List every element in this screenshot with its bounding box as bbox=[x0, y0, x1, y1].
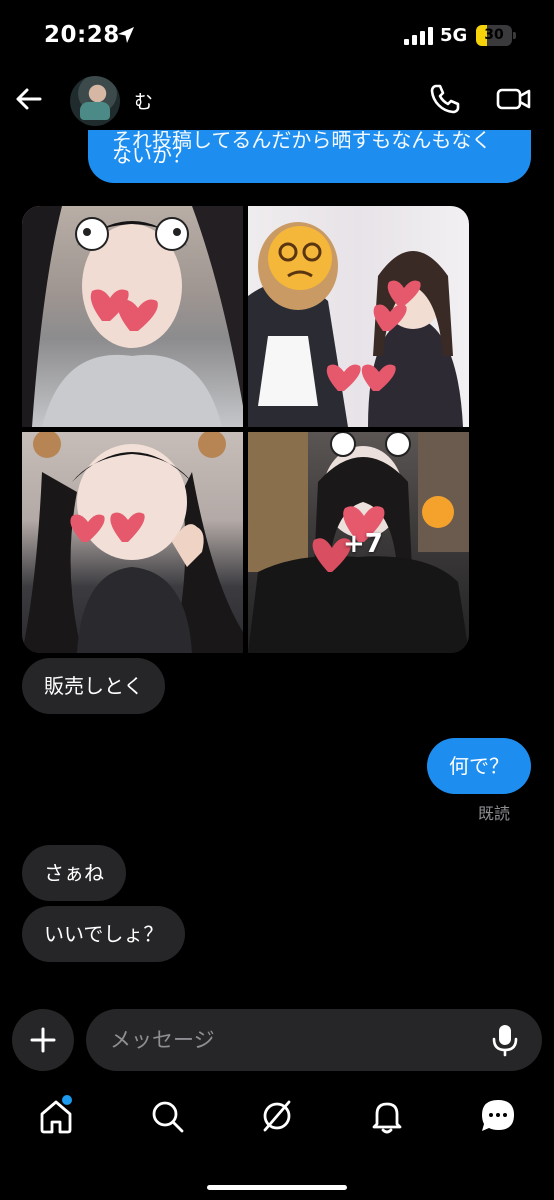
tab-bar bbox=[0, 1080, 554, 1200]
photo-thumbnail[interactable] bbox=[248, 206, 469, 427]
home-indicator bbox=[207, 1185, 347, 1190]
incoming-message[interactable]: 販売しとく bbox=[22, 658, 166, 714]
battery-level: 30 bbox=[484, 27, 504, 43]
notification-dot bbox=[62, 1095, 72, 1105]
incoming-message[interactable]: いいでしょ？ bbox=[22, 906, 186, 962]
contact-name[interactable]: む bbox=[134, 87, 153, 114]
location-arrow-icon bbox=[118, 27, 134, 43]
search-icon[interactable] bbox=[145, 1094, 189, 1138]
messages-icon[interactable] bbox=[476, 1094, 520, 1138]
message-text: 販売しとく bbox=[44, 674, 144, 698]
bell-icon[interactable] bbox=[365, 1094, 409, 1138]
message-text: いいでしょ？ bbox=[44, 922, 164, 946]
photo-thumbnail[interactable] bbox=[22, 206, 243, 427]
plus-icon bbox=[30, 1027, 56, 1053]
phone-icon[interactable] bbox=[428, 82, 462, 116]
outgoing-message[interactable]: 何で？ bbox=[427, 738, 531, 794]
message-text: 何で？ bbox=[449, 754, 509, 778]
network-type: 5G bbox=[440, 25, 468, 46]
back-arrow-icon[interactable] bbox=[12, 82, 46, 116]
message-input[interactable] bbox=[86, 1009, 542, 1071]
chat-thread[interactable]: ないか？ それ投稿してるんだから晒すもなんもなく +7 販売しとく 何で？ 既読… bbox=[0, 130, 554, 1005]
read-receipt: 既読 bbox=[477, 804, 510, 823]
status-time: 20:28 bbox=[44, 22, 120, 48]
status-bar: 20:28 5G 30 bbox=[0, 0, 554, 70]
avatar[interactable] bbox=[70, 76, 120, 126]
signal-icon bbox=[404, 27, 433, 45]
photo-grid[interactable]: +7 bbox=[22, 206, 469, 653]
explore-icon[interactable] bbox=[255, 1094, 299, 1138]
incoming-message[interactable]: さぁね bbox=[22, 845, 126, 901]
microphone-icon[interactable] bbox=[488, 1023, 522, 1057]
more-photos-count: +7 bbox=[343, 529, 383, 559]
video-camera-icon[interactable] bbox=[496, 82, 532, 116]
message-composer bbox=[0, 1005, 554, 1075]
message-text-cut-line: それ投稿してるんだから晒すもなんもなく bbox=[112, 130, 492, 152]
photo-thumbnail[interactable]: +7 bbox=[248, 432, 469, 653]
message-text: さぁね bbox=[44, 861, 104, 885]
photo-thumbnail[interactable] bbox=[22, 432, 243, 653]
battery-icon: 30 bbox=[476, 25, 516, 46]
chat-header: む bbox=[0, 70, 554, 130]
plus-button[interactable] bbox=[12, 1009, 74, 1071]
